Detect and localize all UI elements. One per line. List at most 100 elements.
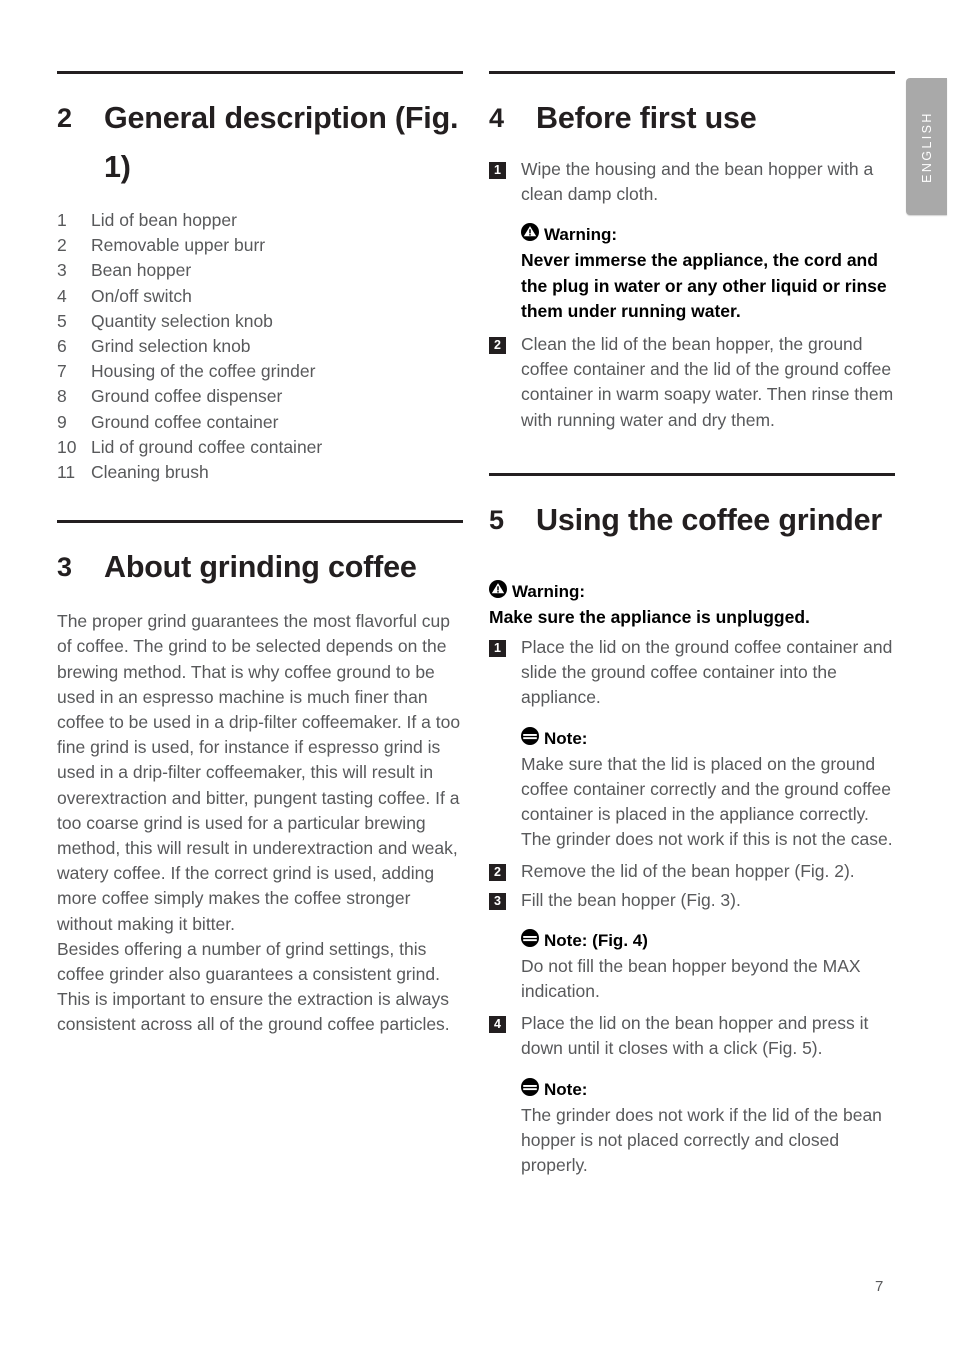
list-item: 11 Cleaning brush — [57, 460, 469, 485]
note-callout-heading: Note: (Fig. 4) — [521, 928, 901, 953]
part-label: Lid of bean hopper — [91, 210, 237, 230]
manual-page: ENGLISH 2 General description (Fig. 1) 1… — [0, 0, 954, 1350]
step-text: Remove the lid of the bean hopper (Fig. … — [521, 861, 855, 882]
section-divider-top-left — [57, 71, 463, 74]
part-label: Ground coffee dispenser — [91, 386, 283, 407]
section-number: 2 — [57, 103, 72, 133]
note-callout-label: Note: — [544, 1079, 588, 1099]
warning-callout-label: Warning: — [544, 225, 618, 245]
part-number: 4 — [57, 285, 67, 306]
section-title: General description (Fig. 1) — [104, 101, 459, 184]
list-item: 10 Lid of ground coffee container — [57, 435, 469, 460]
section-heading-about-grinding-coffee: 3 About grinding coffee — [57, 543, 469, 592]
note-icon — [521, 726, 539, 751]
step-marker: 3 — [489, 892, 506, 910]
part-label: Grind selection knob — [91, 336, 251, 357]
step-text: Place the lid on the bean hopper and pre… — [521, 1013, 869, 1059]
part-label: Bean hopper — [91, 260, 192, 281]
note-callout-label: Note: — [544, 728, 588, 748]
part-number: 3 — [57, 260, 67, 281]
step-text: Place the lid on the ground coffee conta… — [521, 637, 893, 708]
language-tab-label: ENGLISH — [919, 110, 934, 183]
list-item: 8 Ground coffee dispenser — [57, 384, 469, 409]
section-number: 4 — [489, 103, 504, 133]
step-text: Clean the lid of the bean hopper, the gr… — [521, 334, 894, 430]
part-label: Lid of ground coffee container — [91, 436, 323, 457]
section-heading-before-first-use: 4 Before first use — [489, 94, 901, 143]
warning-callout-heading: Warning: — [521, 223, 901, 247]
section-title: About grinding coffee — [104, 550, 417, 585]
list-item: 6 Grind selection knob — [57, 334, 469, 359]
step-item: 1 Place the lid on the ground coffee con… — [489, 635, 901, 711]
section-divider-left — [57, 520, 463, 524]
warning-icon — [521, 223, 539, 247]
list-item: 7 Housing of the coffee grinder — [57, 359, 469, 384]
list-item: 2 Removable upper burr — [57, 233, 469, 258]
section-title: Before first use — [536, 101, 757, 135]
note-callout-text: Do not fill the bean hopper beyond the M… — [521, 955, 861, 1002]
part-number: 2 — [57, 235, 67, 256]
step-marker: 1 — [489, 162, 506, 179]
list-item: 3 Bean hopper — [57, 258, 469, 283]
list-item: 1 Lid of bean hopper — [57, 208, 469, 233]
note-callout-label: Note: (Fig. 4) — [544, 930, 648, 950]
warning-icon — [489, 579, 507, 604]
note-callout: Note: Make sure that the lid is placed o… — [521, 726, 901, 853]
body-paragraph: The proper grind guarantees the most fla… — [57, 611, 461, 934]
list-item: 4 On/off switch — [57, 284, 469, 309]
part-label: Housing of the coffee grinder — [91, 361, 316, 382]
part-number: 5 — [57, 310, 67, 331]
body-paragraph-group: The proper grind guarantees the most fla… — [57, 609, 469, 1037]
part-label: Quantity selection knob — [91, 310, 273, 331]
step-marker: 4 — [489, 1016, 506, 1034]
left-column: 2 General description (Fig. 1) 1 Lid of … — [57, 0, 469, 1038]
part-number: 10 — [57, 436, 77, 457]
note-callout-text: The grinder does not work if the lid of … — [521, 1104, 882, 1176]
note-callout-text: Make sure that the lid is placed on the … — [521, 753, 893, 850]
warning-callout: Warning: Make sure the appliance is unpl… — [489, 579, 901, 630]
section-number: 3 — [57, 552, 72, 583]
step-marker: 2 — [489, 864, 506, 882]
step-item: 2 Clean the lid of the bean hopper, the … — [489, 332, 901, 433]
parts-list: 1 Lid of bean hopper 2 Removable upper b… — [57, 208, 469, 485]
part-number: 11 — [57, 462, 76, 483]
part-label: Removable upper burr — [91, 235, 266, 256]
step-item: 4 Place the lid on the bean hopper and p… — [489, 1011, 901, 1061]
part-label: Cleaning brush — [91, 462, 209, 483]
note-callout: Note: (Fig. 4) Do not fill the bean hopp… — [521, 928, 901, 1004]
step-marker: 2 — [489, 337, 506, 355]
part-number: 7 — [57, 361, 67, 382]
section-heading-using-the-coffee-grinder: 5 Using the coffee grinder — [489, 496, 901, 545]
step-item: 3 Fill the bean hopper (Fig. 3). — [489, 888, 901, 913]
part-label: On/off switch — [91, 285, 192, 306]
step-text: Fill the bean hopper (Fig. 3). — [521, 889, 741, 910]
note-icon — [521, 1077, 539, 1102]
note-callout-heading: Note: — [521, 1077, 901, 1102]
body-paragraph: Besides offering a number of grind setti… — [57, 938, 450, 1035]
right-column: 4 Before first use 1 Wipe the housing an… — [489, 0, 901, 1178]
step-text: Wipe the housing and the bean hopper wit… — [521, 159, 874, 205]
warning-callout-heading: Warning: — [489, 579, 901, 604]
step-marker: 1 — [489, 640, 506, 658]
language-tab: ENGLISH — [906, 78, 947, 215]
note-callout-heading: Note: — [521, 726, 901, 751]
part-number: 9 — [57, 411, 67, 432]
note-callout: Note: The grinder does not work if the l… — [521, 1077, 901, 1179]
warning-callout-text: Make sure the appliance is unplugged. — [489, 606, 810, 627]
section-title: Using the coffee grinder — [536, 502, 882, 537]
part-number: 1 — [57, 210, 67, 230]
part-label: Ground coffee container — [91, 411, 279, 432]
part-number: 8 — [57, 386, 67, 407]
warning-callout-text: Never immerse the appliance, the cord an… — [521, 250, 887, 321]
section-heading-general-description: 2 General description (Fig. 1) — [57, 94, 469, 192]
list-item: 9 Ground coffee container — [57, 410, 469, 435]
note-icon — [521, 928, 539, 953]
warning-callout: Warning: Never immerse the appliance, th… — [521, 223, 901, 324]
section-divider-right — [489, 472, 895, 476]
step-item: 2 Remove the lid of the bean hopper (Fig… — [489, 859, 901, 884]
step-item: 1 Wipe the housing and the bean hopper w… — [489, 157, 901, 207]
section-divider-top-right — [489, 71, 895, 74]
page-number: 7 — [875, 1278, 884, 1295]
section-number: 5 — [489, 504, 504, 535]
part-number: 6 — [57, 336, 67, 357]
